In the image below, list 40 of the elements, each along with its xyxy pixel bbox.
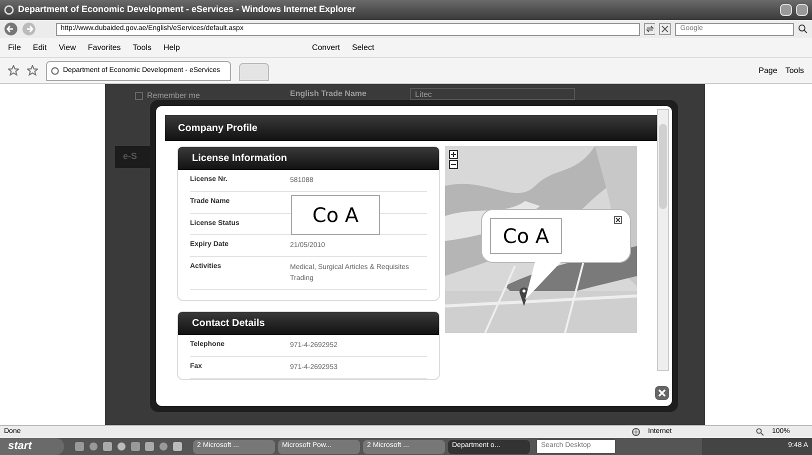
close-icon [658,389,666,397]
minimize-button[interactable] [780,4,792,16]
menu-item[interactable]: File [8,42,21,54]
browser-icon [4,5,14,15]
globe-icon [632,428,640,436]
scrollbar[interactable] [657,109,669,371]
close-button[interactable] [655,386,669,400]
menu-item[interactable]: Edit [32,42,47,54]
toolbar-button[interactable]: Convert [312,42,340,54]
menu-item[interactable]: Favorites [88,42,121,54]
magnifier-icon [756,428,764,436]
start-button[interactable]: start [0,438,64,455]
favorites-star-icon[interactable] [8,65,19,76]
field-label: English Trade Name [290,88,366,100]
back-icon[interactable] [4,22,18,36]
section-header: Contact Details [178,312,439,335]
search-icon[interactable] [798,24,808,34]
modal-header: Company Profile [165,115,657,141]
toolbar-button[interactable]: Select [352,42,374,54]
close-icon[interactable] [659,23,672,35]
command-button[interactable]: Tools [785,65,804,77]
trade-name-field[interactable]: Litec [410,88,575,100]
menu-item[interactable]: View [58,42,76,54]
redaction-box: Co A [490,218,562,254]
menu-item[interactable]: Tools [132,42,152,54]
zoom-in-icon[interactable] [449,150,458,159]
close-icon[interactable] [614,216,622,224]
command-button[interactable]: Page [758,65,778,77]
add-favorite-star-icon[interactable] [27,65,38,76]
section-header: License Information [178,147,439,170]
maximize-button[interactable] [796,4,808,16]
refresh-icon[interactable] [644,23,656,35]
menu-item[interactable]: Help [163,42,180,54]
checkbox-label: Remember me [147,90,200,102]
window-title: Department of Economic Development - eServices - Windows Internet Explorer [18,3,356,16]
page-icon [51,67,59,75]
zoom-out-icon[interactable] [449,160,458,169]
checkbox[interactable] [135,92,143,100]
scrollbar-thumb[interactable] [659,124,667,209]
redaction-box: Co A [291,195,380,235]
